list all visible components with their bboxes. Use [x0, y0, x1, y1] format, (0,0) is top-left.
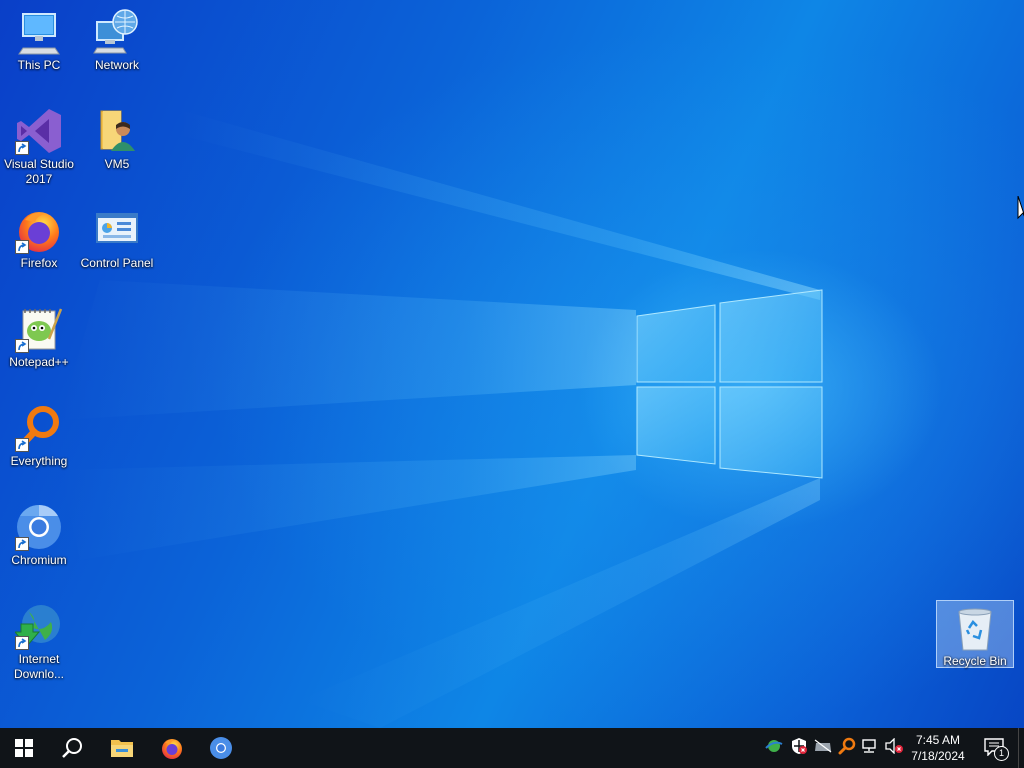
icon-label: VM5 [104, 157, 130, 171]
icon-label: Notepad++ [9, 355, 69, 369]
search-icon [61, 737, 83, 759]
visual-studio-icon [15, 107, 63, 155]
tray-network-wired[interactable] [860, 738, 880, 758]
notification-count-badge: 1 [994, 746, 1009, 761]
search-button[interactable] [48, 728, 96, 768]
firefox-icon [160, 736, 184, 760]
tray-network-globe[interactable] [764, 738, 784, 758]
firefox-icon [15, 206, 63, 254]
desktop-background: This PC Network Visual Studio 2017 VM5 F… [0, 0, 1024, 728]
clock-time: 7:45 AM [915, 733, 961, 747]
icon-label: Chromium [11, 553, 67, 567]
icon-label: Network [94, 58, 139, 72]
tray-everything[interactable] [837, 737, 857, 760]
shortcut-arrow-icon [15, 438, 29, 452]
desktop-icon-everything[interactable]: Everything [0, 404, 78, 469]
icon-label: Visual Studio 2017 [4, 157, 74, 186]
recycle-bin-icon [951, 604, 999, 652]
volume-muted-icon [884, 736, 904, 759]
show-desktop-button[interactable] [1018, 728, 1024, 768]
windows-start-icon [15, 739, 33, 757]
icon-label: This PC [17, 58, 61, 72]
search-magnifier-icon [15, 404, 63, 452]
icon-label: Recycle Bin [943, 654, 1007, 668]
chromium-icon [15, 503, 63, 551]
icon-label: Firefox [20, 256, 58, 270]
drive-icon [814, 739, 832, 758]
desktop-icon-notepadpp[interactable]: Notepad++ [0, 305, 78, 370]
shortcut-arrow-icon [15, 141, 29, 155]
shortcut-arrow-icon [15, 537, 29, 551]
control-panel-icon [93, 206, 141, 254]
network-icon [93, 8, 141, 56]
desktop-icon-vm5[interactable]: VM5 [78, 107, 156, 172]
taskbar-firefox[interactable] [148, 728, 196, 768]
tray-volume[interactable] [884, 736, 904, 759]
desktop-icon-control-panel[interactable]: Control Panel [78, 206, 156, 271]
notepadpp-icon [15, 305, 63, 353]
network-globe-icon [765, 738, 783, 759]
desktop-icon-this-pc[interactable]: This PC [0, 8, 78, 73]
taskbar-clock[interactable]: 7:45 AM 7/18/2024 [902, 732, 974, 764]
taskbar-file-explorer[interactable] [98, 728, 146, 768]
shortcut-arrow-icon [15, 636, 29, 650]
everything-icon [838, 737, 856, 760]
idm-icon [15, 602, 63, 650]
desktop-icon-network[interactable]: Network [78, 8, 156, 73]
defender-icon [790, 737, 808, 760]
desktop-icon-internet-download[interactable]: Internet Downlo... [0, 602, 78, 682]
shortcut-arrow-icon [15, 240, 29, 254]
action-center-button[interactable]: 1 [978, 728, 1012, 768]
chromium-icon [209, 736, 233, 760]
tray-drive[interactable] [813, 738, 833, 758]
notification-icon: 1 [984, 738, 1009, 761]
taskbar-chromium[interactable] [197, 728, 245, 768]
clock-date: 7/18/2024 [911, 749, 965, 763]
network-wired-icon [861, 738, 879, 759]
taskbar: 7:45 AM 7/18/2024 1 [0, 728, 1024, 768]
computer-icon [15, 8, 63, 56]
user-folder-icon [93, 107, 141, 155]
desktop-icon-visual-studio[interactable]: Visual Studio 2017 [0, 107, 78, 187]
icon-label: Internet Downlo... [13, 652, 65, 681]
desktop-icon-recycle-bin[interactable]: Recycle Bin [936, 600, 1014, 668]
tray-defender[interactable] [789, 737, 809, 760]
icon-label: Everything [10, 454, 68, 468]
desktop-icon-chromium[interactable]: Chromium [0, 503, 78, 568]
desktop-icon-firefox[interactable]: Firefox [0, 206, 78, 271]
shortcut-arrow-icon [15, 339, 29, 353]
start-button[interactable] [0, 728, 48, 768]
icon-label: Control Panel [80, 256, 154, 270]
mouse-cursor-icon [1017, 195, 1024, 227]
file-explorer-icon [110, 737, 134, 759]
